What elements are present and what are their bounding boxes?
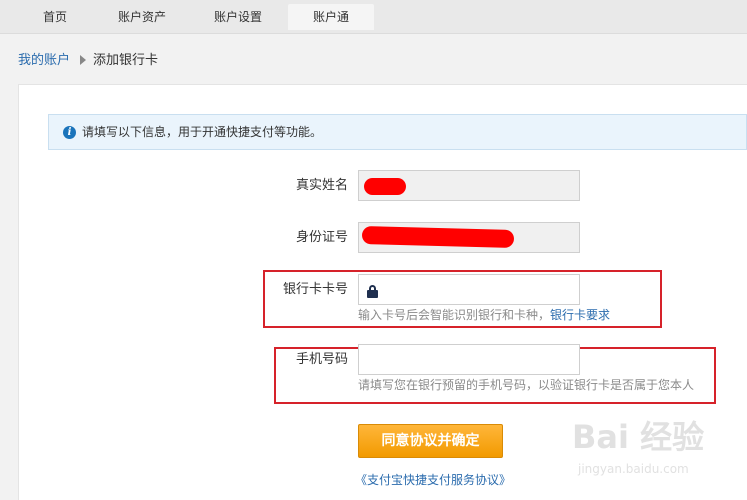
tab-account-assets[interactable]: 账户资产 — [98, 4, 186, 30]
real-name-label: 真实姓名 — [295, 178, 348, 193]
bank-card-hint: 输入卡号后会智能识别银行和卡种，银行卡要求 — [358, 308, 611, 322]
phone-input[interactable] — [358, 344, 580, 375]
tab-account-settings[interactable]: 账户设置 — [192, 4, 284, 30]
tab-home[interactable]: 首页 — [16, 4, 94, 30]
watermark-logo-text: Bai 经验 — [572, 418, 705, 456]
info-icon: i — [63, 126, 76, 139]
baidu-watermark: Bai 经验 jingyan.baidu.com — [572, 412, 742, 492]
top-navigation: 首页 账户资产 账户设置 账户通 — [0, 0, 747, 34]
phone-hint: 请填写您在银行预留的手机号码，以验证银行卡是否属于您本人 — [358, 378, 695, 392]
agree-and-confirm-button[interactable]: 同意协议并确定 — [358, 424, 503, 458]
chevron-right-icon — [80, 55, 87, 65]
redaction-mark — [364, 178, 406, 195]
watermark-url: jingyan.baidu.com — [578, 462, 689, 476]
breadcrumb-my-account[interactable]: 我的账户 — [18, 53, 70, 68]
notice-text: 请填写以下信息，用于开通快捷支付等功能。 — [82, 125, 323, 139]
phone-label: 手机号码 — [295, 352, 348, 367]
bank-card-label: 银行卡卡号 — [282, 282, 348, 297]
id-number-label: 身份证号 — [295, 230, 348, 245]
lock-icon — [367, 285, 378, 298]
breadcrumb-current: 添加银行卡 — [93, 53, 159, 68]
service-agreement-link[interactable]: 《支付宝快捷支付服务协议》 — [355, 471, 511, 488]
card-requirements-link[interactable]: 银行卡要求 — [550, 308, 610, 322]
info-notice: i 请填写以下信息，用于开通快捷支付等功能。 — [48, 114, 747, 150]
tab-account-pass[interactable]: 账户通 — [288, 4, 374, 30]
bank-card-input[interactable] — [358, 274, 580, 305]
breadcrumb: 我的账户 添加银行卡 — [18, 51, 158, 71]
